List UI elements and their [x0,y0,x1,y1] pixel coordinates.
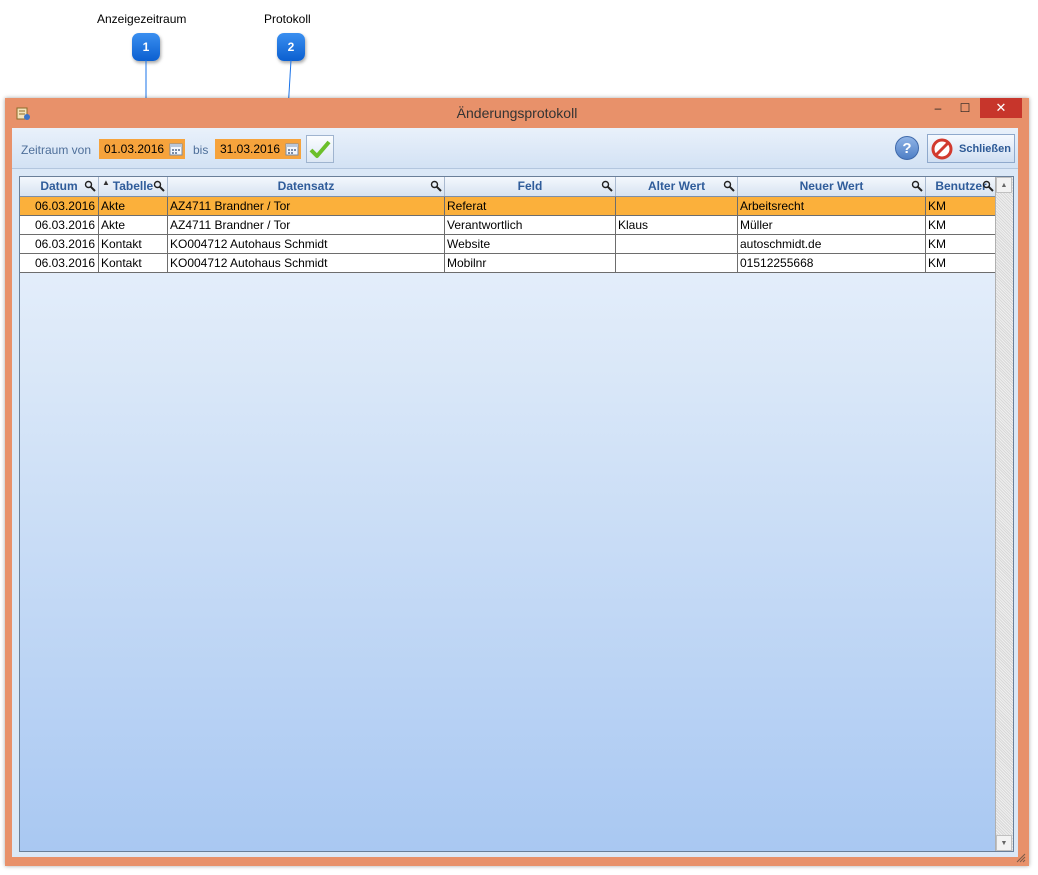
table-row[interactable]: 06.03.2016 Kontakt KO004712 Autohaus Sch… [20,254,997,273]
date-from-field[interactable]: 01.03.2016 [99,139,185,159]
calendar-icon[interactable] [169,142,183,156]
cell-datensatz[interactable]: KO004712 Autohaus Schmidt [168,235,445,254]
sort-ascending-icon: ▲ [102,178,110,187]
callout-2-label: Protokoll [264,12,311,26]
cell-neuer-wert[interactable]: autoschmidt.de [738,235,926,254]
cell-datensatz[interactable]: KO004712 Autohaus Schmidt [168,254,445,273]
aenderungsprotokoll-window: Änderungsprotokoll ‒ ☐ ✕ Zeitraum von 01… [5,98,1029,866]
column-header-label: Datum [40,179,78,193]
cell-alter-wert[interactable]: Klaus [616,216,738,235]
column-header-alter-wert[interactable]: Alter Wert [616,177,738,196]
callout-2-badge: 2 [277,33,305,61]
cell-tabelle[interactable]: Akte [99,197,168,216]
date-to-field[interactable]: 31.03.2016 [215,139,301,159]
cell-benutzer[interactable]: KM [926,197,997,216]
title-bar[interactable]: Änderungsprotokoll ‒ ☐ ✕ [5,98,1029,128]
cell-benutzer[interactable]: KM [926,235,997,254]
protokoll-grid: Datum ▲ Tabelle Datensatz Feld Alter Wer… [19,176,1014,852]
callout-1-label: Anzeigezeitraum [97,12,187,26]
cell-datensatz[interactable]: AZ4711 Brandner / Tor [168,216,445,235]
cell-datum[interactable]: 06.03.2016 [20,235,99,254]
column-header-label: Neuer Wert [799,179,864,193]
column-header-datensatz[interactable]: Datensatz [168,177,445,196]
no-entry-icon [931,138,953,159]
column-header-neuer-wert[interactable]: Neuer Wert [738,177,926,196]
cell-feld[interactable]: Verantwortlich [445,216,616,235]
cell-tabelle[interactable]: Kontakt [99,235,168,254]
maximize-button[interactable]: ☐ [953,98,977,118]
search-icon[interactable] [430,180,442,192]
search-icon[interactable] [723,180,735,192]
cell-tabelle[interactable]: Kontakt [99,254,168,273]
column-header-label: Feld [517,179,543,193]
column-header-datum[interactable]: Datum [20,177,99,196]
date-from-value: 01.03.2016 [104,142,165,156]
scroll-up-arrow-icon[interactable]: ▲ [996,177,1012,193]
cell-neuer-wert[interactable]: Müller [738,216,926,235]
schliessen-button[interactable]: Schließen [927,134,1015,163]
resize-grip-icon[interactable] [1016,853,1026,863]
vertical-scrollbar[interactable]: ▲ ▼ [995,177,1013,851]
cell-feld[interactable]: Mobilnr [445,254,616,273]
bis-label: bis [193,143,209,157]
help-button[interactable]: ? [895,136,919,160]
window-title: Änderungsprotokoll [456,105,578,121]
grid-header: Datum ▲ Tabelle Datensatz Feld Alter Wer… [20,177,997,197]
table-row[interactable]: 06.03.2016 Akte AZ4711 Brandner / Tor Re… [20,197,997,216]
cell-alter-wert[interactable] [616,197,738,216]
window-client-area: Zeitraum von 01.03.2016 bis 31.03.2016 ?… [12,128,1018,857]
column-header-label: Datensatz [277,179,335,193]
cell-feld[interactable]: Referat [445,197,616,216]
column-header-benutzer[interactable]: Benutzer [926,177,997,196]
apply-filter-button[interactable] [306,135,334,163]
search-icon[interactable] [982,180,994,192]
column-header-label: Tabelle [112,179,154,193]
cell-alter-wert[interactable] [616,254,738,273]
cell-benutzer[interactable]: KM [926,254,997,273]
cell-alter-wert[interactable] [616,235,738,254]
column-header-label: Benutzer [935,179,987,193]
search-icon[interactable] [84,180,96,192]
cell-tabelle[interactable]: Akte [99,216,168,235]
schliessen-label: Schließen [959,142,1011,155]
toolbar: Zeitraum von 01.03.2016 bis 31.03.2016 ?… [12,128,1018,169]
cell-neuer-wert[interactable]: 01512255668 [738,254,926,273]
grid-rows: 06.03.2016 Akte AZ4711 Brandner / Tor Re… [20,197,997,273]
column-header-tabelle[interactable]: ▲ Tabelle [99,177,168,196]
checkmark-icon [309,140,331,158]
search-icon[interactable] [153,180,165,192]
search-icon[interactable] [601,180,613,192]
cell-datum[interactable]: 06.03.2016 [20,254,99,273]
date-to-value: 31.03.2016 [220,142,281,156]
minimize-button[interactable]: ‒ [926,98,950,118]
table-row[interactable]: 06.03.2016 Kontakt KO004712 Autohaus Sch… [20,235,997,254]
cell-datensatz[interactable]: AZ4711 Brandner / Tor [168,197,445,216]
zeitraum-label: Zeitraum von [21,143,92,157]
column-header-label: Alter Wert [647,179,706,193]
cell-feld[interactable]: Website [445,235,616,254]
close-window-button[interactable]: ✕ [980,98,1022,118]
search-icon[interactable] [911,180,923,192]
cell-datum[interactable]: 06.03.2016 [20,197,99,216]
table-row[interactable]: 06.03.2016 Akte AZ4711 Brandner / Tor Ve… [20,216,997,235]
scroll-down-arrow-icon[interactable]: ▼ [996,835,1012,851]
callout-1-badge: 1 [132,33,160,61]
cell-benutzer[interactable]: KM [926,216,997,235]
cell-datum[interactable]: 06.03.2016 [20,216,99,235]
column-header-feld[interactable]: Feld [445,177,616,196]
calendar-icon[interactable] [285,142,299,156]
cell-neuer-wert[interactable]: Arbeitsrecht [738,197,926,216]
